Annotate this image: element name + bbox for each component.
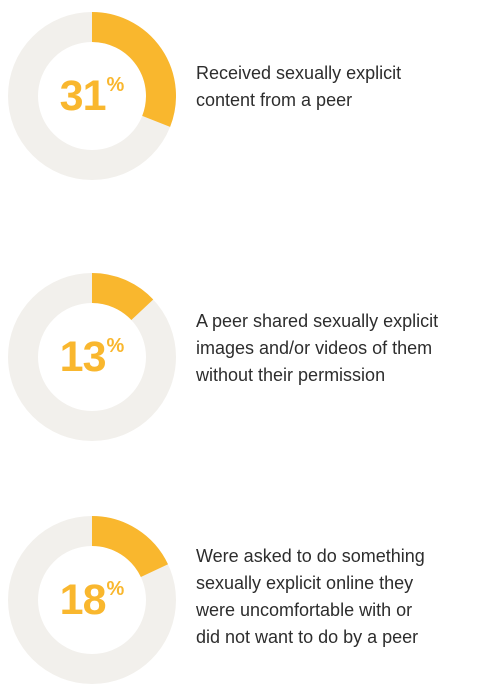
stat-description-3: Were asked to do something sexually expl… — [196, 546, 425, 647]
percentage-value-3: 18 — [59, 575, 107, 624]
stat-description-1: Received sexually explicit content from … — [196, 63, 402, 110]
stat-description-2: A peer shared sexually explicit images a… — [196, 311, 439, 385]
stat-item-2: 13% A peer shared sexually explicit imag… — [0, 273, 484, 443]
stat-item-3: 18% Were asked to do something sexually … — [0, 516, 484, 686]
percent-sign-1: % — [106, 74, 125, 96]
percentage-2: 13% — [8, 273, 176, 441]
percentage-value-1: 31 — [59, 71, 107, 120]
stat-item-1: 31% Received sexually explicit content f… — [0, 12, 484, 182]
percentage-1: 31% — [8, 12, 176, 180]
percent-sign-2: % — [106, 335, 125, 357]
percent-sign-3: % — [106, 578, 125, 600]
percentage-value-2: 13 — [59, 332, 107, 381]
percentage-3: 18% — [8, 516, 176, 684]
